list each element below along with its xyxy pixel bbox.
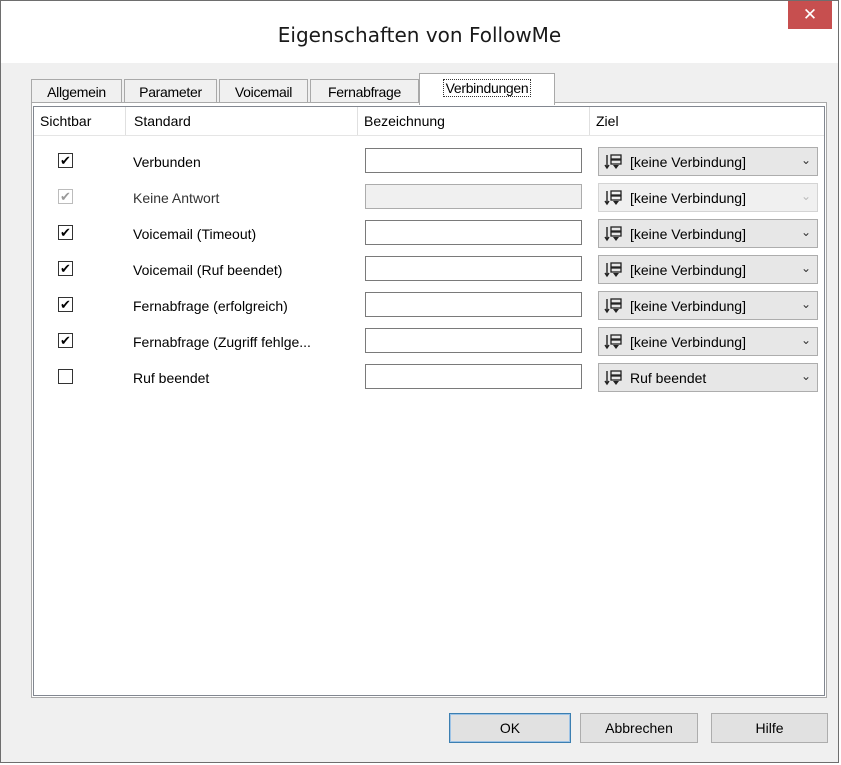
properties-dialog: Eigenschaften von FollowMe ✕ Allgemein P… <box>0 0 839 763</box>
target-dropdown[interactable]: [keine Verbindung] ⌄ <box>598 255 818 284</box>
list-header: Sichtbar Standard Bezeichnung Ziel <box>34 107 824 136</box>
label-input[interactable] <box>365 364 582 389</box>
target-dropdown: [keine Verbindung] ⌄ <box>598 183 818 212</box>
column-header-sichtbar[interactable]: Sichtbar <box>34 107 126 135</box>
visible-checkbox[interactable]: ✔ <box>58 261 73 276</box>
visible-checkbox[interactable]: ✔ <box>58 297 73 312</box>
target-value: [keine Verbindung] <box>630 190 746 206</box>
label-input <box>365 184 582 209</box>
target-dropdown[interactable]: [keine Verbindung] ⌄ <box>598 147 818 176</box>
standard-label: Fernabfrage (erfolgreich) <box>133 298 288 314</box>
list-row[interactable]: Ruf beendet Ruf beendet ⌄ <box>34 363 824 393</box>
list-row[interactable]: ✔ Fernabfrage (erfolgreich) [keine Verbind… <box>34 291 824 321</box>
standard-label: Keine Antwort <box>133 190 220 206</box>
chevron-down-icon: ⌄ <box>800 261 811 275</box>
visible-checkbox[interactable]: ✔ <box>58 333 73 348</box>
target-dropdown[interactable]: [keine Verbindung] ⌄ <box>598 327 818 356</box>
standard-label: Fernabfrage (Zugriff fehlge... <box>133 334 311 350</box>
label-input[interactable] <box>365 292 582 317</box>
standard-label: Voicemail (Ruf beendet) <box>133 262 283 278</box>
chevron-down-icon: ⌄ <box>800 189 811 203</box>
target-value: [keine Verbindung] <box>630 154 746 170</box>
connection-target-icon <box>604 297 622 315</box>
connection-target-icon <box>604 261 622 279</box>
chevron-down-icon: ⌄ <box>800 369 811 383</box>
visible-checkbox: ✔ <box>58 189 73 204</box>
connection-target-icon <box>604 333 622 351</box>
list-row[interactable]: ✔ Keine Antwort [keine Verbindung] ⌄ <box>34 183 824 213</box>
target-value: [keine Verbindung] <box>630 298 746 314</box>
tab-panel-verbindungen: Sichtbar Standard Bezeichnung Ziel ✔ Verb… <box>31 102 827 698</box>
chevron-down-icon: ⌄ <box>800 297 811 311</box>
standard-label: Verbunden <box>133 154 201 170</box>
target-dropdown[interactable]: [keine Verbindung] ⌄ <box>598 219 818 248</box>
target-dropdown[interactable]: [keine Verbindung] ⌄ <box>598 291 818 320</box>
target-value: [keine Verbindung] <box>630 262 746 278</box>
chevron-down-icon: ⌄ <box>800 225 811 239</box>
list-row[interactable]: ✔ Voicemail (Ruf beendet) [keine Verbindun… <box>34 255 824 285</box>
tab-verbindungen[interactable]: Verbindungen <box>419 73 555 105</box>
tab-verbindungen-label: Verbindungen <box>442 79 532 97</box>
list-row[interactable]: ✔ Voicemail (Timeout) [keine Verbindung] ⌄ <box>34 219 824 249</box>
standard-label: Voicemail (Timeout) <box>133 226 257 242</box>
target-value: Ruf beendet <box>630 370 707 386</box>
list-row[interactable]: ✔ Fernabfrage (Zugriff fehlge... [keine Ve… <box>34 327 824 357</box>
window-title: Eigenschaften von FollowMe <box>277 23 562 47</box>
standard-label: Ruf beendet <box>133 370 210 386</box>
label-input[interactable] <box>365 148 582 173</box>
target-dropdown[interactable]: Ruf beendet ⌄ <box>598 363 818 392</box>
title-bar[interactable]: Eigenschaften von FollowMe ✕ <box>1 1 838 63</box>
connection-target-icon <box>604 225 622 243</box>
chevron-down-icon: ⌄ <box>800 333 811 347</box>
list-row[interactable]: ✔ Verbunden [keine Verbindung] ⌄ <box>34 147 824 177</box>
cancel-button[interactable]: Abbrechen <box>580 713 698 743</box>
visible-checkbox[interactable]: ✔ <box>58 225 73 240</box>
label-input[interactable] <box>365 256 582 281</box>
visible-checkbox[interactable]: ✔ <box>58 153 73 168</box>
connection-target-icon <box>604 369 622 387</box>
label-input[interactable] <box>365 328 582 353</box>
chevron-down-icon: ⌄ <box>800 153 811 167</box>
column-header-bezeichnung[interactable]: Bezeichnung <box>358 107 590 135</box>
connections-list: Sichtbar Standard Bezeichnung Ziel ✔ Verb… <box>33 106 825 696</box>
target-value: [keine Verbindung] <box>630 226 746 242</box>
column-header-standard[interactable]: Standard <box>126 107 358 135</box>
help-button[interactable]: Hilfe <box>711 713 828 743</box>
label-input[interactable] <box>365 220 582 245</box>
visible-checkbox[interactable] <box>58 369 73 384</box>
ok-button[interactable]: OK <box>449 713 571 743</box>
column-header-ziel[interactable]: Ziel <box>590 107 826 135</box>
close-button[interactable]: ✕ <box>788 1 832 29</box>
connection-target-icon <box>604 189 622 207</box>
target-value: [keine Verbindung] <box>630 334 746 350</box>
connection-target-icon <box>604 153 622 171</box>
